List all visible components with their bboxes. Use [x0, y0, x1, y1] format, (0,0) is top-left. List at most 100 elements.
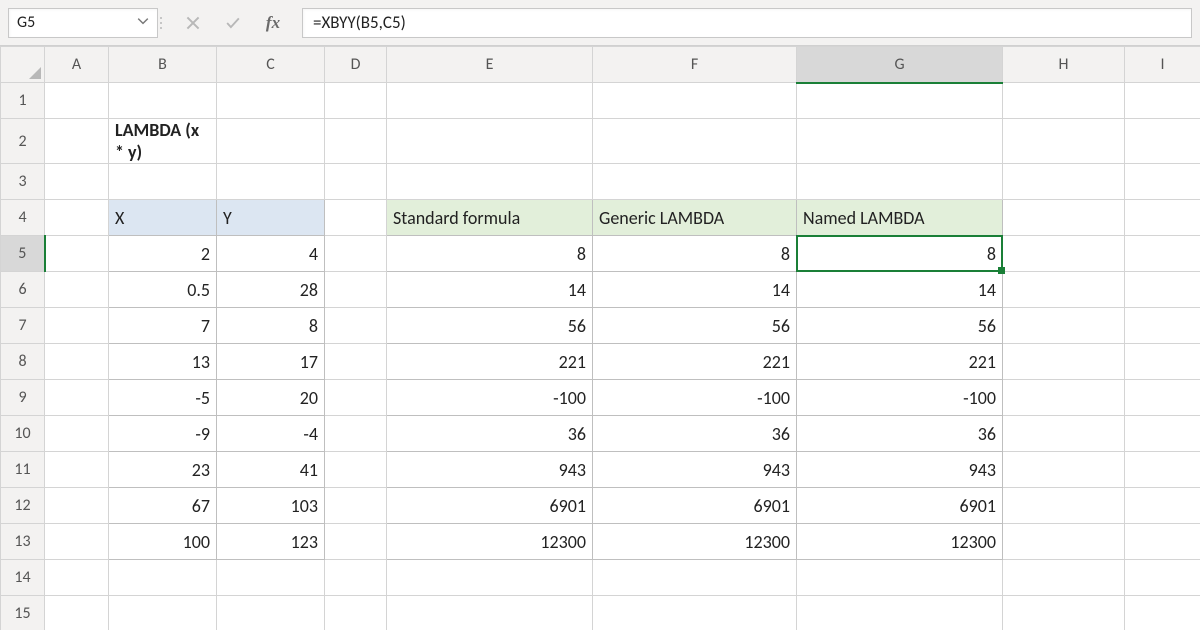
row-header-9[interactable]: 9: [1, 380, 45, 416]
cell-B1[interactable]: [109, 83, 217, 119]
cell-D8[interactable]: [325, 344, 387, 380]
cell-A2[interactable]: [45, 119, 109, 164]
cell-I1[interactable]: [1125, 83, 1200, 119]
cell-A15[interactable]: [45, 596, 109, 630]
cell-F15[interactable]: [593, 596, 797, 630]
cell-H11[interactable]: [1003, 452, 1125, 488]
cell-D15[interactable]: [325, 596, 387, 630]
cell-A1[interactable]: [45, 83, 109, 119]
cell-E4[interactable]: Standard formula: [387, 200, 593, 236]
enter-icon[interactable]: [224, 14, 242, 32]
cell-G4[interactable]: Named LAMBDA: [797, 200, 1003, 236]
cell-C2[interactable]: [217, 119, 325, 164]
cell-H6[interactable]: [1003, 272, 1125, 308]
cancel-icon[interactable]: [184, 14, 202, 32]
formula-input[interactable]: =XBYY(B5,C5): [302, 8, 1192, 38]
cell-F6[interactable]: 14: [593, 272, 797, 308]
cell-H4[interactable]: [1003, 200, 1125, 236]
col-header-E[interactable]: E: [387, 47, 593, 83]
cell-A3[interactable]: [45, 164, 109, 200]
cell-I15[interactable]: [1125, 596, 1200, 630]
cell-D13[interactable]: [325, 524, 387, 560]
cell-H5[interactable]: [1003, 236, 1125, 272]
cell-I6[interactable]: [1125, 272, 1200, 308]
fx-icon[interactable]: fx: [264, 14, 282, 32]
cell-F8[interactable]: 221: [593, 344, 797, 380]
cell-D6[interactable]: [325, 272, 387, 308]
cell-D3[interactable]: [325, 164, 387, 200]
cell-F7[interactable]: 56: [593, 308, 797, 344]
cell-A10[interactable]: [45, 416, 109, 452]
cell-F14[interactable]: [593, 560, 797, 596]
cell-E5[interactable]: 8: [387, 236, 593, 272]
cell-F5[interactable]: 8: [593, 236, 797, 272]
col-header-F[interactable]: F: [593, 47, 797, 83]
cell-I7[interactable]: [1125, 308, 1200, 344]
row-header-15[interactable]: 15: [1, 596, 45, 630]
col-header-H[interactable]: H: [1003, 47, 1125, 83]
cell-C14[interactable]: [217, 560, 325, 596]
cell-A13[interactable]: [45, 524, 109, 560]
cell-F1[interactable]: [593, 83, 797, 119]
cell-C11[interactable]: 41: [217, 452, 325, 488]
cell-G14[interactable]: [797, 560, 1003, 596]
cell-H1[interactable]: [1003, 83, 1125, 119]
cell-F2[interactable]: [593, 119, 797, 164]
cell-D14[interactable]: [325, 560, 387, 596]
cell-I10[interactable]: [1125, 416, 1200, 452]
cell-B15[interactable]: [109, 596, 217, 630]
cell-D10[interactable]: [325, 416, 387, 452]
cell-B7[interactable]: 7: [109, 308, 217, 344]
cell-I9[interactable]: [1125, 380, 1200, 416]
row-header-12[interactable]: 12: [1, 488, 45, 524]
cell-F10[interactable]: 36: [593, 416, 797, 452]
cell-A14[interactable]: [45, 560, 109, 596]
cell-C6[interactable]: 28: [217, 272, 325, 308]
cell-G13[interactable]: 12300: [797, 524, 1003, 560]
cell-H2[interactable]: [1003, 119, 1125, 164]
cell-H13[interactable]: [1003, 524, 1125, 560]
cell-E11[interactable]: 943: [387, 452, 593, 488]
cell-D7[interactable]: [325, 308, 387, 344]
cell-G8[interactable]: 221: [797, 344, 1003, 380]
cell-E9[interactable]: -100: [387, 380, 593, 416]
select-all-corner[interactable]: [1, 47, 45, 83]
cell-E8[interactable]: 221: [387, 344, 593, 380]
cell-H3[interactable]: [1003, 164, 1125, 200]
cell-A7[interactable]: [45, 308, 109, 344]
cell-H8[interactable]: [1003, 344, 1125, 380]
cell-D1[interactable]: [325, 83, 387, 119]
col-header-G[interactable]: G: [797, 47, 1003, 83]
cell-C15[interactable]: [217, 596, 325, 630]
cell-B11[interactable]: 23: [109, 452, 217, 488]
cell-A12[interactable]: [45, 488, 109, 524]
cell-H9[interactable]: [1003, 380, 1125, 416]
cell-D11[interactable]: [325, 452, 387, 488]
cell-I8[interactable]: [1125, 344, 1200, 380]
cell-E15[interactable]: [387, 596, 593, 630]
cell-B13[interactable]: 100: [109, 524, 217, 560]
cell-G2[interactable]: [797, 119, 1003, 164]
col-header-I[interactable]: I: [1125, 47, 1200, 83]
name-box[interactable]: G5: [8, 8, 158, 38]
cell-G5[interactable]: 8: [797, 236, 1003, 272]
cell-B4[interactable]: X: [109, 200, 217, 236]
cell-D2[interactable]: [325, 119, 387, 164]
cell-D9[interactable]: [325, 380, 387, 416]
col-header-C[interactable]: C: [217, 47, 325, 83]
cell-G15[interactable]: [797, 596, 1003, 630]
cell-F9[interactable]: -100: [593, 380, 797, 416]
cell-F4[interactable]: Generic LAMBDA: [593, 200, 797, 236]
cell-B10[interactable]: -9: [109, 416, 217, 452]
cell-G3[interactable]: [797, 164, 1003, 200]
col-header-B[interactable]: B: [109, 47, 217, 83]
cell-G9[interactable]: -100: [797, 380, 1003, 416]
col-header-A[interactable]: A: [45, 47, 109, 83]
cell-I14[interactable]: [1125, 560, 1200, 596]
cell-C3[interactable]: [217, 164, 325, 200]
cell-D4[interactable]: [325, 200, 387, 236]
cell-F13[interactable]: 12300: [593, 524, 797, 560]
cell-F12[interactable]: 6901: [593, 488, 797, 524]
cell-G6[interactable]: 14: [797, 272, 1003, 308]
row-header-2[interactable]: 2: [1, 119, 45, 164]
